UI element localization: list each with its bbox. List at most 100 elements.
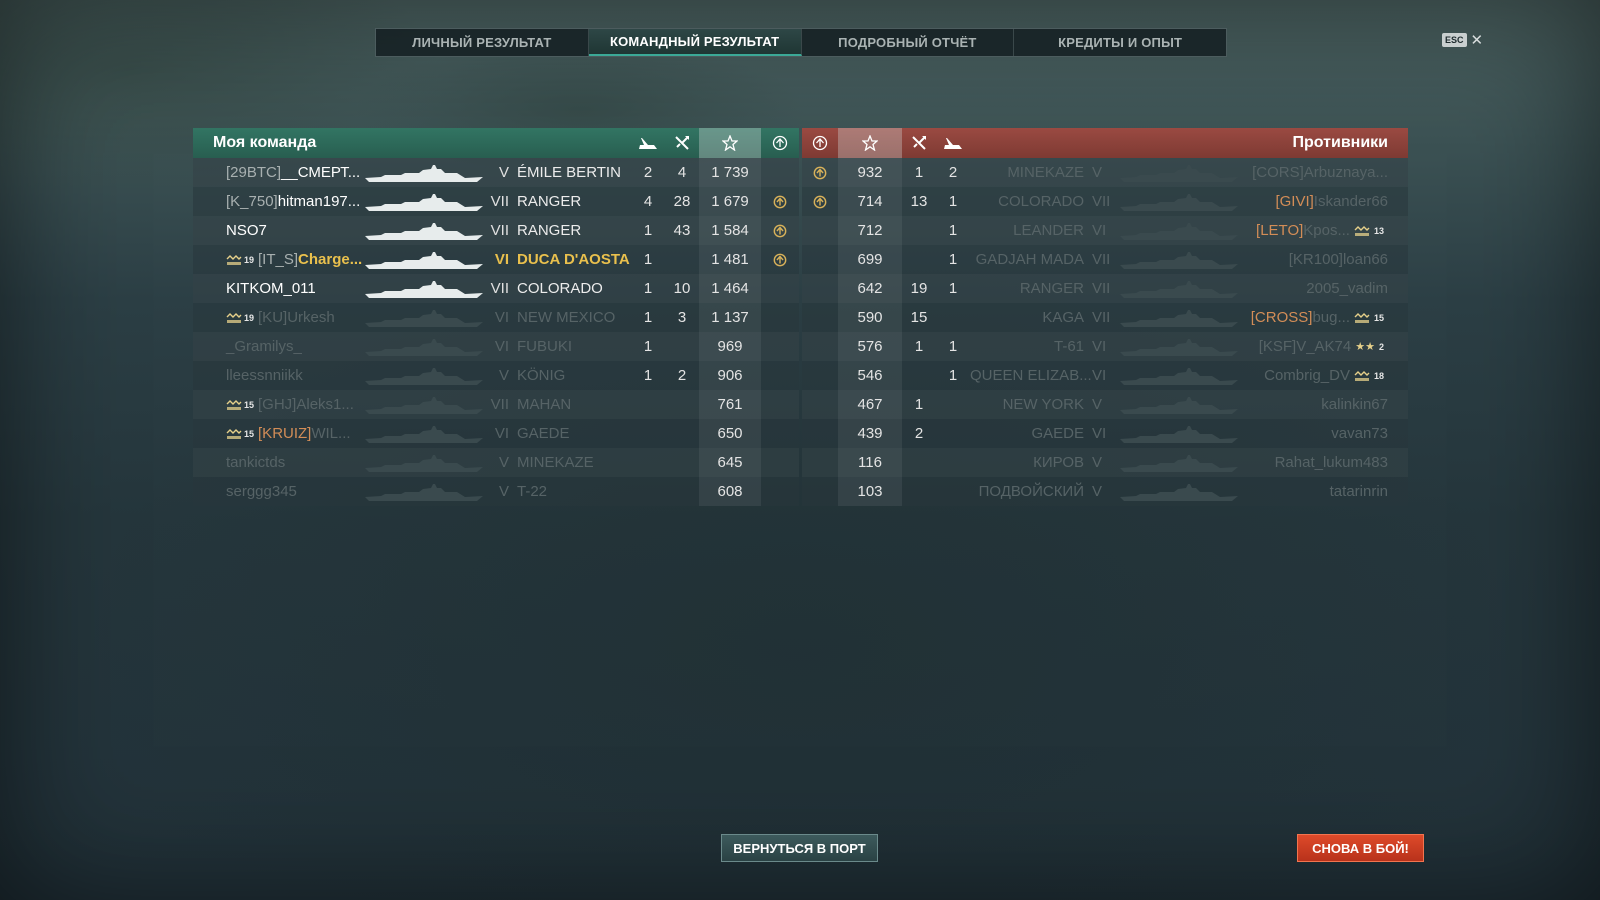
ships-destroyed-value — [631, 448, 665, 477]
planes-destroyed-icon — [902, 128, 936, 158]
player-name: tatarinrin — [1329, 483, 1388, 500]
ship-silhouette — [365, 453, 483, 473]
player-name: Charge... — [298, 251, 363, 268]
tab-team-result[interactable]: КОМАНДНЫЙ РЕЗУЛЬТАТ — [588, 29, 802, 56]
planes-destroyed-value: 2 — [677, 367, 687, 384]
ship-silhouette — [1120, 482, 1238, 502]
player-row: 590 15 KAGA VII [CROSS]bug... 15 — [802, 303, 1408, 332]
ship-silhouette — [365, 163, 483, 183]
battle-again-button[interactable]: СНОВА В БОЙ! — [1297, 834, 1424, 862]
ships-destroyed-value: 1 — [948, 251, 958, 268]
ships-destroyed-icon — [631, 128, 665, 158]
base-xp-value: 1 137 — [699, 303, 761, 332]
planes-destroyed-value: 19 — [910, 280, 928, 297]
return-to-port-button[interactable]: ВЕРНУТЬСЯ В ПОРТ — [721, 834, 878, 862]
player-row: 15 [GHJ]Aleks1... VII MAHAN 761 — [193, 390, 799, 419]
player-row: tankictds V MINEKAZE 645 — [193, 448, 799, 477]
rank-icon — [1354, 362, 1370, 391]
clan-tag: [KRUIZ] — [258, 425, 312, 442]
player-row: 642 19 1 RANGER VII 2005_vadim — [802, 274, 1408, 303]
player-name-cell: KITKOM_011 — [226, 274, 366, 303]
ship-tier: VII — [1092, 193, 1111, 210]
player-name-cell: lleessnniikk — [226, 361, 366, 390]
esc-key-label: ESC — [1442, 33, 1467, 47]
player-name: vavan73 — [1331, 425, 1388, 442]
ship-tier: VI — [1092, 425, 1107, 442]
base-xp-value: 1 679 — [699, 187, 761, 216]
enemy-team-list: 932 1 2 MINEKAZE V [CORS]Arbuznaya... 714 13 1 CO… — [802, 158, 1408, 506]
player-name-cell: 15 [KRUIZ]WIL... — [226, 419, 366, 448]
ships-destroyed-value: 1 — [948, 193, 958, 210]
ship-name: FUBUKI — [517, 338, 573, 355]
ship-name: T-22 — [517, 483, 548, 500]
player-row: 932 1 2 MINEKAZE V [CORS]Arbuznaya... — [802, 158, 1408, 187]
player-name: WIL... — [311, 425, 351, 442]
tab-personal-result[interactable]: ЛИЧНЫЙ РЕЗУЛЬТАТ — [376, 29, 589, 56]
ship-name: MINEKAZE — [517, 454, 594, 471]
clan-tag: [KSF] — [1258, 338, 1297, 355]
ship-name: MAHAN — [517, 396, 572, 413]
planes-destroyed-value: 10 — [673, 280, 691, 297]
capture-icon — [802, 187, 838, 216]
player-name-cell: [KR100]loan66 — [1240, 245, 1388, 274]
player-name: __СМЕРТ... — [281, 164, 361, 181]
clan-tag: [CORS] — [1252, 164, 1304, 181]
base-xp-value: 590 — [838, 303, 902, 332]
ship-name: DUCA D'AOSTA — [517, 251, 630, 268]
ships-destroyed-value: 1 — [643, 309, 653, 326]
ships-destroyed-value: 1 — [948, 338, 958, 355]
planes-destroyed-value — [665, 332, 699, 361]
player-name: serggg345 — [226, 483, 297, 500]
player-name: _Gramilys_ — [226, 338, 302, 355]
player-row: 714 13 1 COLORADO VII [GIVI]Iskander66 — [802, 187, 1408, 216]
capture-icon — [761, 128, 799, 158]
rank-icon — [1354, 217, 1370, 246]
player-name: KITKOM_011 — [226, 280, 316, 297]
ship-tier: V — [498, 483, 509, 500]
my-team-header: Моя команда — [193, 128, 799, 158]
base-xp-value: 608 — [699, 477, 761, 506]
ship-silhouette — [1120, 308, 1238, 328]
ship-name: NEW MEXICO — [517, 309, 616, 326]
base-xp-value: 546 — [838, 361, 902, 390]
planes-destroyed-value — [902, 448, 936, 477]
base-xp-value: 642 — [838, 274, 902, 303]
tab-credits-xp[interactable]: КРЕДИТЫ И ОПЫТ — [1014, 29, 1226, 56]
close-icon: ✕ — [1470, 32, 1484, 49]
planes-destroyed-value: 43 — [673, 222, 691, 239]
player-name-cell: Rahat_lukum483 — [1240, 448, 1388, 477]
planes-destroyed-value: 13 — [910, 193, 928, 210]
planes-destroyed-value — [665, 477, 699, 506]
ship-tier: VII — [490, 396, 509, 413]
player-row: 15 [KRUIZ]WIL... VI GAEDE 650 — [193, 419, 799, 448]
close-button[interactable]: ESC ✕ — [1442, 31, 1483, 49]
ship-tier: V — [1092, 454, 1103, 471]
ship-silhouette — [1120, 163, 1238, 183]
base-xp-value: 761 — [699, 390, 761, 419]
player-name: Kpos... — [1303, 222, 1350, 239]
planes-destroyed-value: 15 — [910, 309, 928, 326]
player-name: Iskander66 — [1313, 193, 1388, 210]
player-name-cell: [GIVI]Iskander66 — [1240, 187, 1388, 216]
base-xp-value: 103 — [838, 477, 902, 506]
planes-destroyed-value: 1 — [914, 338, 924, 355]
capture-icon — [802, 128, 838, 158]
planes-destroyed-value: 1 — [914, 164, 924, 181]
player-name-cell: [29BTC]__СМЕРТ... — [226, 158, 366, 187]
ship-silhouette — [1120, 366, 1238, 386]
base-xp-value: 969 — [699, 332, 761, 361]
player-name-cell: [KSF]V_AK74 ★★ 2 — [1240, 332, 1388, 361]
rank-number: 19 — [244, 312, 255, 323]
player-name-cell: serggg345 — [226, 477, 366, 506]
ship-name: MINEKAZE — [1007, 164, 1084, 181]
ships-destroyed-value: 1 — [948, 367, 958, 384]
rank-icon — [226, 420, 242, 449]
ships-destroyed-value: 2 — [643, 164, 653, 181]
tab-detailed-report[interactable]: ПОДРОБНЫЙ ОТЧЁТ — [802, 29, 1015, 56]
planes-destroyed-value — [902, 477, 936, 506]
rank-number: 15 — [244, 399, 255, 410]
ship-silhouette — [365, 482, 483, 502]
player-row: [K_750]hitman197... VII RANGER 4 28 1 679 — [193, 187, 799, 216]
ships-destroyed-icon — [936, 128, 970, 158]
clan-tag: [GHJ] — [258, 396, 297, 413]
